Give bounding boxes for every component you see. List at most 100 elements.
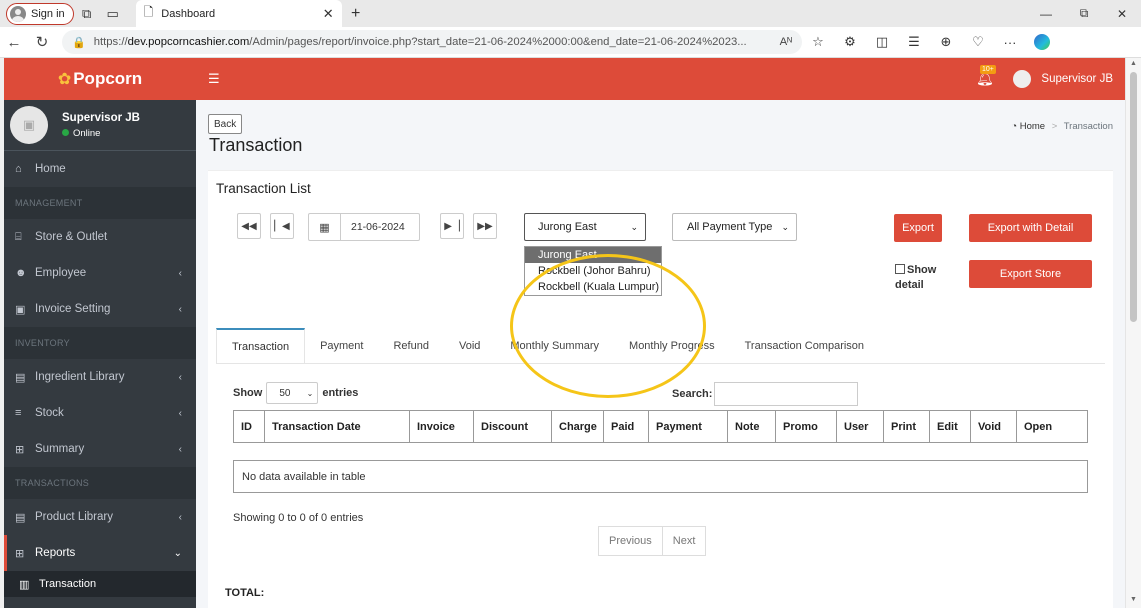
database-icon: ≡ — [15, 407, 22, 419]
tab-actions-icon[interactable]: ▭ — [100, 3, 126, 25]
more-options-icon[interactable]: ··· — [994, 35, 1026, 50]
menu-toggle-icon[interactable]: ☰ — [208, 71, 220, 87]
browser-tab-dashboard[interactable]: 🗋 Dashboard ✕ — [135, 0, 342, 27]
read-aloud-icon[interactable]: Aᴺ — [774, 36, 792, 48]
search-input[interactable] — [714, 382, 859, 406]
tab-monthly-summary[interactable]: Monthly Summary — [495, 328, 614, 363]
next-day-button[interactable]: ▶▕ — [440, 213, 464, 239]
close-window-icon[interactable]: ✕ — [1103, 0, 1141, 27]
scrollbar-thumb[interactable] — [1130, 72, 1137, 322]
column-header[interactable]: Transaction Date — [264, 410, 410, 443]
sign-in-button[interactable]: Sign in — [6, 2, 74, 25]
tab-monthly-progress[interactable]: Monthly Progress — [614, 328, 730, 363]
column-header[interactable]: ID — [233, 410, 265, 443]
search-label: Search: — [672, 388, 713, 400]
sidebar-item-store-outlet[interactable]: ⌸ Store & Outlet — [4, 219, 196, 255]
workspaces-icon[interactable]: ⧉ — [74, 3, 100, 25]
restore-icon[interactable]: ⧉ — [1065, 0, 1103, 27]
sidebar-item-reports[interactable]: ⊞ Reports ⌄ — [4, 535, 196, 571]
minimize-icon[interactable]: — — [1027, 0, 1065, 27]
outlet-option[interactable]: Jurong East — [525, 247, 661, 263]
scroll-up-icon[interactable]: ▲ — [1130, 60, 1137, 67]
outlet-option[interactable]: Rockbell (Johor Bahru) — [525, 263, 661, 279]
user-name[interactable]: Supervisor JB — [62, 112, 140, 124]
back-arrow-icon[interactable]: ← — [0, 34, 28, 51]
column-header[interactable]: Note — [727, 410, 776, 443]
chevron-down-icon: ⌄ — [781, 222, 789, 232]
column-header[interactable]: User — [836, 410, 884, 443]
refresh-icon[interactable]: ↻ — [28, 33, 56, 51]
column-header[interactable]: Edit — [929, 410, 971, 443]
sidebar-item-invoice-setting[interactable]: ▣ Invoice Setting ‹ — [4, 291, 196, 327]
sidebar-subitem-transaction[interactable]: ▥ Transaction — [4, 571, 196, 597]
outlet-option[interactable]: Rockbell (Kuala Lumpur) — [525, 279, 661, 295]
column-header[interactable]: Paid — [603, 410, 649, 443]
fast-forward-icon: ▶▶ — [477, 220, 493, 232]
previous-page-button[interactable]: Previous — [599, 527, 662, 555]
export-button[interactable]: Export — [894, 214, 942, 242]
first-day-button[interactable]: ◀◀ — [237, 213, 261, 239]
favorite-star-icon[interactable]: ☆ — [802, 34, 834, 50]
brand-logo[interactable]: ✿ Popcorn — [4, 58, 196, 100]
export-store-button[interactable]: Export Store — [969, 260, 1092, 288]
breadcrumb-home[interactable]: Home — [1020, 121, 1045, 132]
page-scrollbar[interactable]: ▲ ▼ — [1125, 58, 1141, 608]
column-header[interactable]: Open — [1016, 410, 1088, 443]
sidebar-item-summary[interactable]: ⊞ Summary ‹ — [4, 431, 196, 467]
date-picker[interactable]: ▦ 21-06-2024 — [308, 213, 420, 241]
payment-type-select[interactable]: All Payment Type ⌄ — [672, 213, 797, 241]
entries-select[interactable]: 50 ⌄ — [266, 382, 319, 404]
checkbox-box[interactable] — [895, 264, 905, 274]
sidebar-item-product-library[interactable]: ▤ Product Library ‹ — [4, 499, 196, 535]
notification-badge: 10+ — [980, 65, 996, 74]
users-icon: ☻ — [15, 267, 27, 279]
split-screen-icon[interactable]: ◫ — [866, 34, 898, 50]
column-header[interactable]: Charge — [551, 410, 604, 443]
column-header[interactable]: Payment — [648, 410, 728, 443]
window-controls: — ⧉ ✕ — [1027, 0, 1141, 27]
transaction-table: ID Transaction Date Invoice Discount Cha… — [233, 410, 1088, 443]
close-tab-icon[interactable]: ✕ — [323, 6, 334, 22]
home-icon: ⌂ — [15, 163, 22, 175]
top-user-menu[interactable]: Supervisor JB — [1013, 70, 1113, 88]
sidebar-item-ingredient-library[interactable]: ▤ Ingredient Library ‹ — [4, 359, 196, 395]
tab-transaction[interactable]: Transaction — [216, 328, 306, 363]
next-page-button[interactable]: Next — [661, 527, 706, 555]
column-header[interactable]: Print — [883, 410, 930, 443]
extensions-icon[interactable]: ⚙ — [834, 34, 866, 50]
chevron-left-icon: ‹ — [178, 371, 182, 383]
browser-tab-strip: Sign in ⧉ ▭ 🗋 Dashboard ✕ + — ⧉ ✕ — [0, 0, 1141, 27]
tab-refund[interactable]: Refund — [378, 328, 443, 363]
export-with-detail-button[interactable]: Export with Detail — [969, 214, 1092, 242]
top-navbar: ☰ 🔔︎ 10+ Supervisor JB — [196, 58, 1125, 100]
column-header[interactable]: Discount — [473, 410, 552, 443]
show-detail-checkbox[interactable]: Show detail — [895, 263, 936, 293]
tab-transaction-comparison[interactable]: Transaction Comparison — [730, 328, 879, 363]
collections-icon[interactable]: ⊕ — [930, 34, 962, 50]
sidebar-item-stock[interactable]: ≡ Stock ‹ — [4, 395, 196, 431]
url-field[interactable]: 🔒 https://dev.popcorncashier.com/Admin/p… — [62, 30, 802, 54]
sidebar: ✿ Popcorn ▣ Supervisor JB Online ⌂ Home M… — [4, 58, 196, 608]
prev-day-button[interactable]: ▏◀ — [270, 213, 294, 239]
tab-void[interactable]: Void — [444, 328, 495, 363]
column-header[interactable]: Invoice — [409, 410, 474, 443]
card-title: Transaction List — [216, 181, 311, 196]
favorites-icon[interactable]: ☰ — [898, 34, 930, 50]
tab-payment[interactable]: Payment — [305, 328, 378, 363]
sidebar-item-employee[interactable]: ☻ Employee ‹ — [4, 255, 196, 291]
sidebar-item-home[interactable]: ⌂ Home — [4, 151, 196, 187]
date-value[interactable]: 21-06-2024 — [341, 214, 419, 240]
column-header[interactable]: Promo — [775, 410, 837, 443]
profile-icon — [10, 5, 26, 22]
outlet-select[interactable]: Jurong East ⌄ — [524, 213, 646, 241]
scroll-down-icon[interactable]: ▼ — [1130, 596, 1137, 603]
back-button[interactable]: Back — [208, 114, 243, 134]
outlet-selected-value: Jurong East — [538, 221, 597, 233]
new-tab-icon[interactable]: + — [342, 5, 370, 23]
copilot-icon[interactable] — [1034, 34, 1050, 50]
column-header[interactable]: Void — [970, 410, 1017, 443]
lock-icon[interactable]: 🔒 — [72, 36, 86, 49]
browser-essentials-icon[interactable]: ♡ — [962, 34, 994, 50]
table-header-row: ID Transaction Date Invoice Discount Cha… — [233, 410, 1088, 443]
last-day-button[interactable]: ▶▶ — [473, 213, 497, 239]
